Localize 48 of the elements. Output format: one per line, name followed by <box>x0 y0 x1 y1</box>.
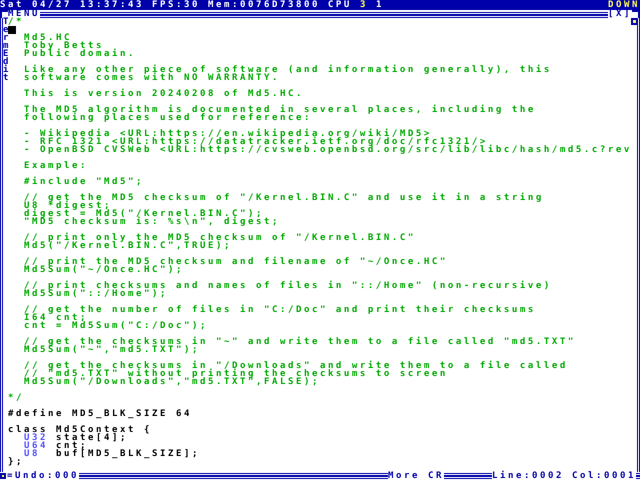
code-line: // get the checksums in "~" and write them to a file called "md5.TXT" <box>22 338 577 346</box>
code-line: Md5Sum("::/Home"); <box>22 290 169 298</box>
code-line: // "md5.TXT" without printing the checksums to screen <box>22 370 449 378</box>
code-line: // print checksums and names of files in "::/Home" (non-recursive) <box>22 282 553 290</box>
system-status: Sat 04/27 13:37:43 FPS:30 Mem:0076D73800 CPU <box>0 0 352 10</box>
code-line: software comes with NO WARRANTY. <box>22 74 281 82</box>
code-line: Md5Sum("~","md5.TXT"); <box>22 346 201 354</box>
code-line: Like any other piece of software (and information generally), this <box>22 66 553 74</box>
scroll-thumb[interactable] <box>631 18 638 25</box>
code-line: #include "Md5"; <box>22 178 145 186</box>
code-line: Example: <box>22 162 89 170</box>
code-line: - OpenBSD CVSWeb <URL:https://cvsweb.openbsd.org/src/lib/libc/hash/md5.c?rev <box>22 146 632 154</box>
code-line: - RFC 1321 <URL:https://datatracker.ietf.org/doc/rfc1321/> <box>22 138 488 146</box>
code-line: "MD5 checksum is: %s\n", digest; <box>22 218 281 226</box>
code-line: U8 buf[MD5_BLK_SIZE]; <box>22 450 201 458</box>
code-line: // print only the MD5 checksum of "/Kernel.BIN.C" <box>22 234 417 242</box>
code-line: following places used for reference: <box>22 114 313 122</box>
code-line: U64 cnt; <box>22 442 88 450</box>
resize-handle[interactable] <box>0 473 6 479</box>
code-line: // print the MD5 checksum and filename of "~/Once.HC" <box>22 258 449 266</box>
scroll-hint: DOWN <box>608 0 640 10</box>
code-line: // get the number of files in "C:/Doc" and print their checksums <box>22 306 537 314</box>
code-line: This is version 20240208 of Md5.HC. <box>22 90 305 98</box>
code-line: */ <box>8 394 25 402</box>
more-indicator: More CR <box>388 472 444 480</box>
code-line: I64 cnt; <box>22 314 88 322</box>
code-line: }; <box>8 458 25 466</box>
code-line: Md5("/Kernel.BIN.C",TRUE); <box>22 242 233 250</box>
code-line: Md5Sum("/Downloads","md5.TXT",FALSE); <box>22 378 321 386</box>
code-line: cnt = Md5Sum("C:/Doc"); <box>22 322 209 330</box>
cpu-indicator: 3 <box>360 0 368 10</box>
code-line: // get the checksums in "/Downloads" and write them to a file called <box>22 362 569 370</box>
cpu-indicator: 1 <box>376 0 384 10</box>
code-line: - Wikipedia <URL:https://en.wikipedia.org/wiki/MD5> <box>22 130 432 138</box>
code-line: Md5Sum("~/Once.HC"); <box>22 266 185 274</box>
column-number: Col:0001 <box>572 472 636 480</box>
code-line: Public domain. <box>22 50 137 58</box>
line-number: Line:0002 <box>492 472 564 480</box>
code-line: Toby Betts <box>22 42 104 50</box>
code-line: Md5.HC <box>22 34 72 42</box>
code-line: U32 state[4]; <box>22 434 129 442</box>
code-line: // get the MD5 checksum of "/Kernel.BIN.C" and use it in a string <box>22 194 545 202</box>
code-line: U8 *digest; <box>22 202 112 210</box>
code-line: class Md5Context { <box>8 426 153 434</box>
undo-count: =Undo:000 <box>7 472 79 480</box>
code-line: digest = Md5("/Kernel.BIN.C"); <box>22 210 264 218</box>
code-line: #define MD5_BLK_SIZE 64 <box>8 410 193 418</box>
code-line: The MD5 algorithm is documented in several places, including the <box>22 106 537 114</box>
